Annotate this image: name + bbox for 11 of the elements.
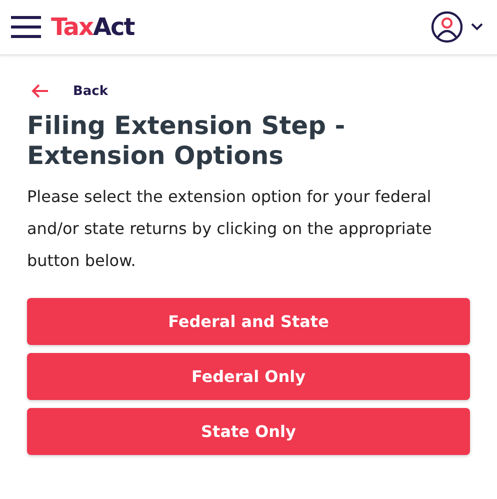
menu-icon[interactable] (11, 16, 41, 38)
logo[interactable]: TaxAct (51, 13, 134, 41)
option-button[interactable]: Federal and State (27, 298, 470, 345)
description-text: Please select the extension option for your federal and/or state returns by clicking on the appropriate button below. (27, 186, 433, 272)
option-button[interactable]: Federal Only (27, 353, 470, 400)
back-arrow-icon[interactable] (31, 83, 49, 99)
option-button[interactable]: State Only (27, 408, 470, 455)
chevron-down-icon[interactable] (471, 23, 483, 31)
back-link[interactable]: Back (73, 84, 108, 98)
user-icon[interactable] (431, 11, 463, 43)
page-title: Filing Extension Step - Extension Options (27, 111, 346, 171)
